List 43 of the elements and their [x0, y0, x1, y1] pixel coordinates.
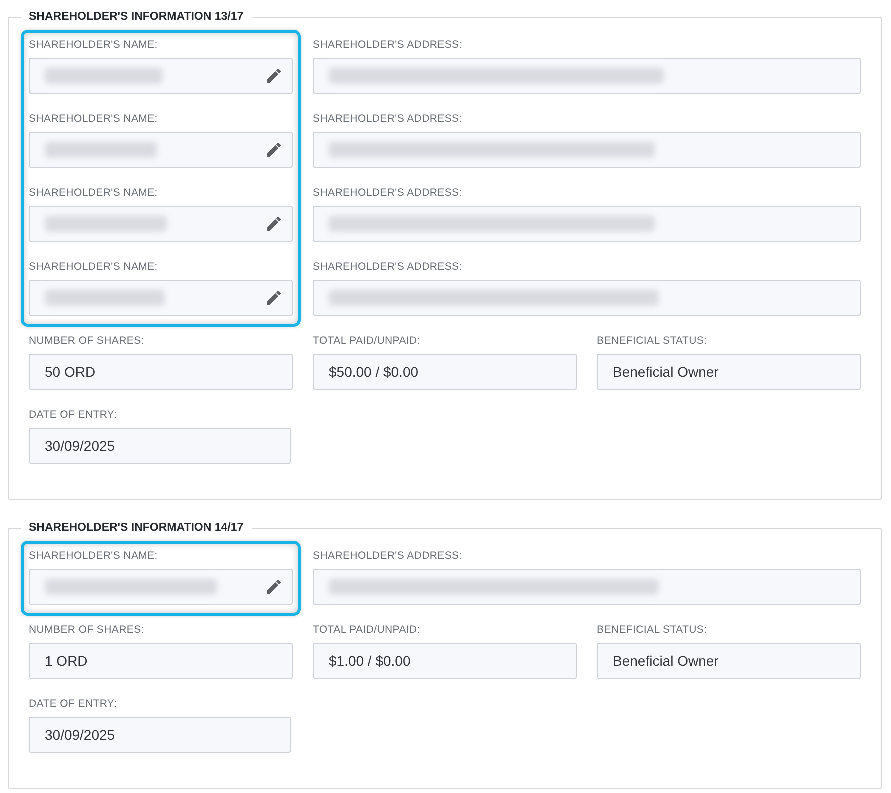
field-label: SHAREHOLDER'S NAME: [29, 261, 159, 274]
field-label: SHAREHOLDER'S ADDRESS: [313, 113, 464, 126]
address-field[interactable] [313, 280, 861, 316]
name-field[interactable] [29, 569, 293, 605]
name-field[interactable] [29, 58, 293, 94]
field-label: BENEFICIAL STATUS: [597, 335, 708, 348]
address-field[interactable] [313, 58, 861, 94]
name-field[interactable] [29, 206, 293, 242]
field-label: SHAREHOLDER'S ADDRESS: [313, 550, 464, 563]
text-field[interactable]: Beneficial Owner [597, 354, 861, 390]
pencil-icon[interactable] [267, 69, 281, 83]
field-label: TOTAL PAID/UNPAID: [313, 335, 422, 348]
name-field[interactable] [29, 280, 293, 316]
field-label: DATE OF ENTRY: [29, 409, 118, 422]
section-title: SHAREHOLDER'S INFORMATION 14/17 [28, 521, 245, 535]
field-label: SHAREHOLDER'S ADDRESS: [313, 39, 464, 52]
field-label: TOTAL PAID/UNPAID: [313, 624, 422, 637]
name-field[interactable] [29, 132, 293, 168]
address-field[interactable] [313, 569, 861, 605]
field-label: SHAREHOLDER'S NAME: [29, 550, 159, 563]
pencil-icon[interactable] [267, 217, 281, 231]
field-label: SHAREHOLDER'S ADDRESS: [313, 187, 464, 200]
field-label: SHAREHOLDER'S NAME: [29, 113, 159, 126]
pencil-icon[interactable] [267, 143, 281, 157]
field-label: NUMBER OF SHARES: [29, 624, 146, 637]
field-label: BENEFICIAL STATUS: [597, 624, 708, 637]
field-label: SHAREHOLDER'S NAME: [29, 187, 159, 200]
text-field[interactable]: $1.00 / $0.00 [313, 643, 577, 679]
field-label: DATE OF ENTRY: [29, 698, 118, 711]
pencil-icon[interactable] [267, 580, 281, 594]
field-label: SHAREHOLDER'S ADDRESS: [313, 261, 464, 274]
section-title: SHAREHOLDER'S INFORMATION 13/17 [28, 10, 245, 24]
text-field[interactable]: 30/09/2025 [29, 428, 291, 464]
text-field[interactable]: 30/09/2025 [29, 717, 291, 753]
field-label: SHAREHOLDER'S NAME: [29, 39, 159, 52]
pencil-icon[interactable] [267, 291, 281, 305]
text-field[interactable]: 1 ORD [29, 643, 293, 679]
address-field[interactable] [313, 206, 861, 242]
field-label: NUMBER OF SHARES: [29, 335, 146, 348]
text-field[interactable]: Beneficial Owner [597, 643, 861, 679]
text-field[interactable]: $50.00 / $0.00 [313, 354, 577, 390]
address-field[interactable] [313, 132, 861, 168]
text-field[interactable]: 50 ORD [29, 354, 293, 390]
